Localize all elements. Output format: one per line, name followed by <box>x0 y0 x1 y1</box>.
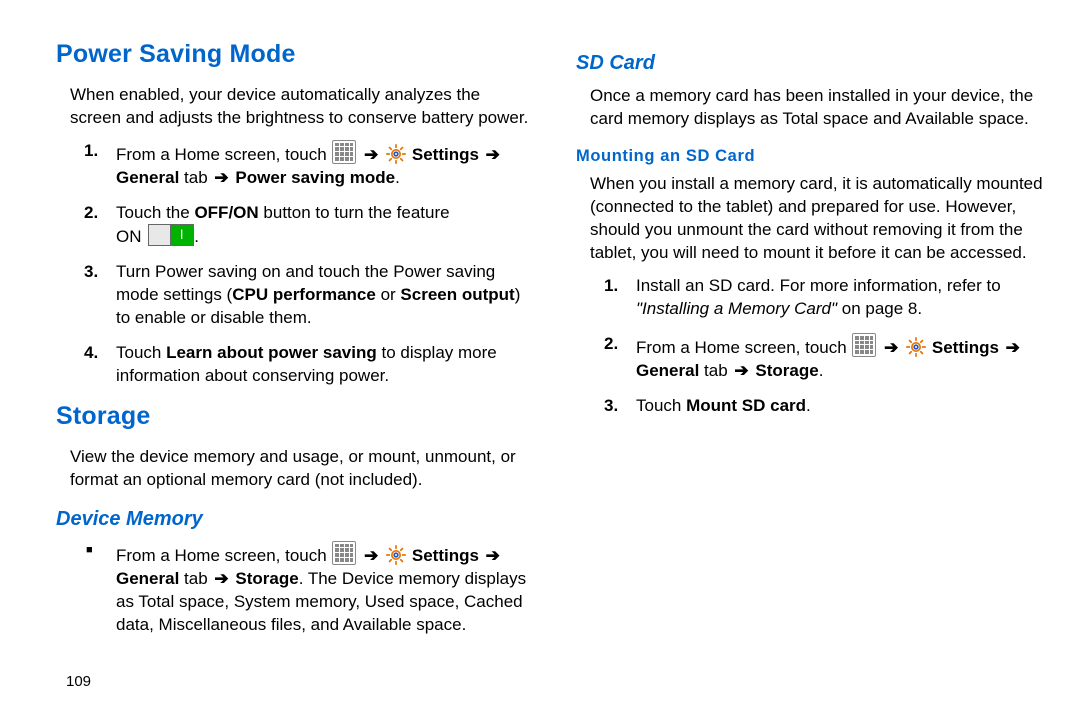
step-number: 1. <box>604 275 618 298</box>
period: . <box>395 168 400 187</box>
toggle-on-icon <box>148 224 194 246</box>
arrow-icon: ➔ <box>212 168 230 187</box>
tab-word: tab <box>184 569 212 588</box>
settings-label: Settings <box>412 546 484 565</box>
storage-desc: View the device memory and usage, or mou… <box>70 446 530 492</box>
step-1: 1. From a Home screen, touch ➔ Settings … <box>84 140 530 190</box>
general-label: General <box>116 569 179 588</box>
screen-output-label: Screen output <box>400 285 514 304</box>
period: . <box>806 396 811 415</box>
step-text: Install an SD card. For more information… <box>636 276 1001 295</box>
sd-card-desc: Once a memory card has been installed in… <box>590 85 1050 131</box>
step-text: Touch <box>116 343 166 362</box>
storage-label: Storage <box>755 361 818 380</box>
arrow-icon: ➔ <box>484 145 502 164</box>
power-saving-desc: When enabled, your device automatically … <box>70 84 530 130</box>
arrow-icon: ➔ <box>362 546 380 565</box>
step-text: Touch the <box>116 203 194 222</box>
right-column: SD Card Once a memory card has been inst… <box>576 36 1050 648</box>
heading-device-memory: Device Memory <box>56 506 530 533</box>
heading-power-saving: Power Saving Mode <box>56 38 530 72</box>
storage-label: Storage <box>235 569 298 588</box>
page-number: 109 <box>66 672 91 692</box>
mounting-steps: 1. Install an SD card. For more informat… <box>604 275 1050 418</box>
arrow-icon: ➔ <box>732 361 750 380</box>
item-text: From a Home screen, touch <box>116 546 331 565</box>
power-mode-label: Power saving mode <box>235 168 395 187</box>
apps-icon <box>852 333 876 357</box>
step-1: 1. Install an SD card. For more informat… <box>604 275 1050 321</box>
apps-icon <box>332 541 356 565</box>
step-number: 3. <box>604 395 618 418</box>
learn-label: Learn about power saving <box>166 343 377 362</box>
heading-mounting-sd: Mounting an SD Card <box>576 145 1050 167</box>
step-3: 3. Turn Power saving on and touch the Po… <box>84 261 530 330</box>
step-text: Touch <box>636 396 686 415</box>
step-text: From a Home screen, touch <box>636 338 851 357</box>
arrow-icon: ➔ <box>882 338 900 357</box>
or-word: or <box>376 285 401 304</box>
step-number: 2. <box>604 333 618 356</box>
settings-gear-icon <box>906 337 926 357</box>
step-2: 2. From a Home screen, touch ➔ Settings … <box>604 333 1050 383</box>
arrow-icon: ➔ <box>362 145 380 164</box>
settings-label: Settings <box>932 338 1004 357</box>
list-item: From a Home screen, touch ➔ Settings ➔ G… <box>84 541 530 637</box>
step-number: 2. <box>84 202 98 225</box>
step-number: 3. <box>84 261 98 284</box>
heading-sd-card: SD Card <box>576 50 1050 77</box>
arrow-icon: ➔ <box>1004 338 1022 357</box>
step-text: From a Home screen, touch <box>116 145 331 164</box>
left-column: Power Saving Mode When enabled, your dev… <box>56 36 530 648</box>
period: . <box>819 361 824 380</box>
mounting-desc: When you install a memory card, it is au… <box>590 173 1050 265</box>
mount-sd-label: Mount SD card <box>686 396 806 415</box>
tab-word: tab <box>184 168 212 187</box>
step-2: 2. Touch the OFF/ON button to turn the f… <box>84 202 530 250</box>
settings-gear-icon <box>386 144 406 164</box>
apps-icon <box>332 140 356 164</box>
step-3: 3. Touch Mount SD card. <box>604 395 1050 418</box>
general-label: General <box>116 168 179 187</box>
tab-word: tab <box>704 361 732 380</box>
settings-gear-icon <box>386 545 406 565</box>
offon-label: OFF/ON <box>194 203 258 222</box>
step-number: 4. <box>84 342 98 365</box>
heading-storage: Storage <box>56 400 530 434</box>
step-text: on page 8. <box>837 299 922 318</box>
step-number: 1. <box>84 140 98 163</box>
settings-label: Settings <box>412 145 484 164</box>
manual-page: Power Saving Mode When enabled, your dev… <box>0 0 1080 648</box>
general-label: General <box>636 361 699 380</box>
step-4: 4. Touch Learn about power saving to dis… <box>84 342 530 388</box>
step-text: button to turn the feature <box>263 203 449 222</box>
arrow-icon: ➔ <box>212 569 230 588</box>
period: . <box>194 227 199 246</box>
arrow-icon: ➔ <box>484 546 502 565</box>
cpu-perf-label: CPU performance <box>232 285 376 304</box>
power-saving-steps: 1. From a Home screen, touch ➔ Settings … <box>84 140 530 388</box>
ref-title: "Installing a Memory Card" <box>636 299 837 318</box>
on-label: ON <box>116 227 142 246</box>
device-memory-list: From a Home screen, touch ➔ Settings ➔ G… <box>84 541 530 637</box>
